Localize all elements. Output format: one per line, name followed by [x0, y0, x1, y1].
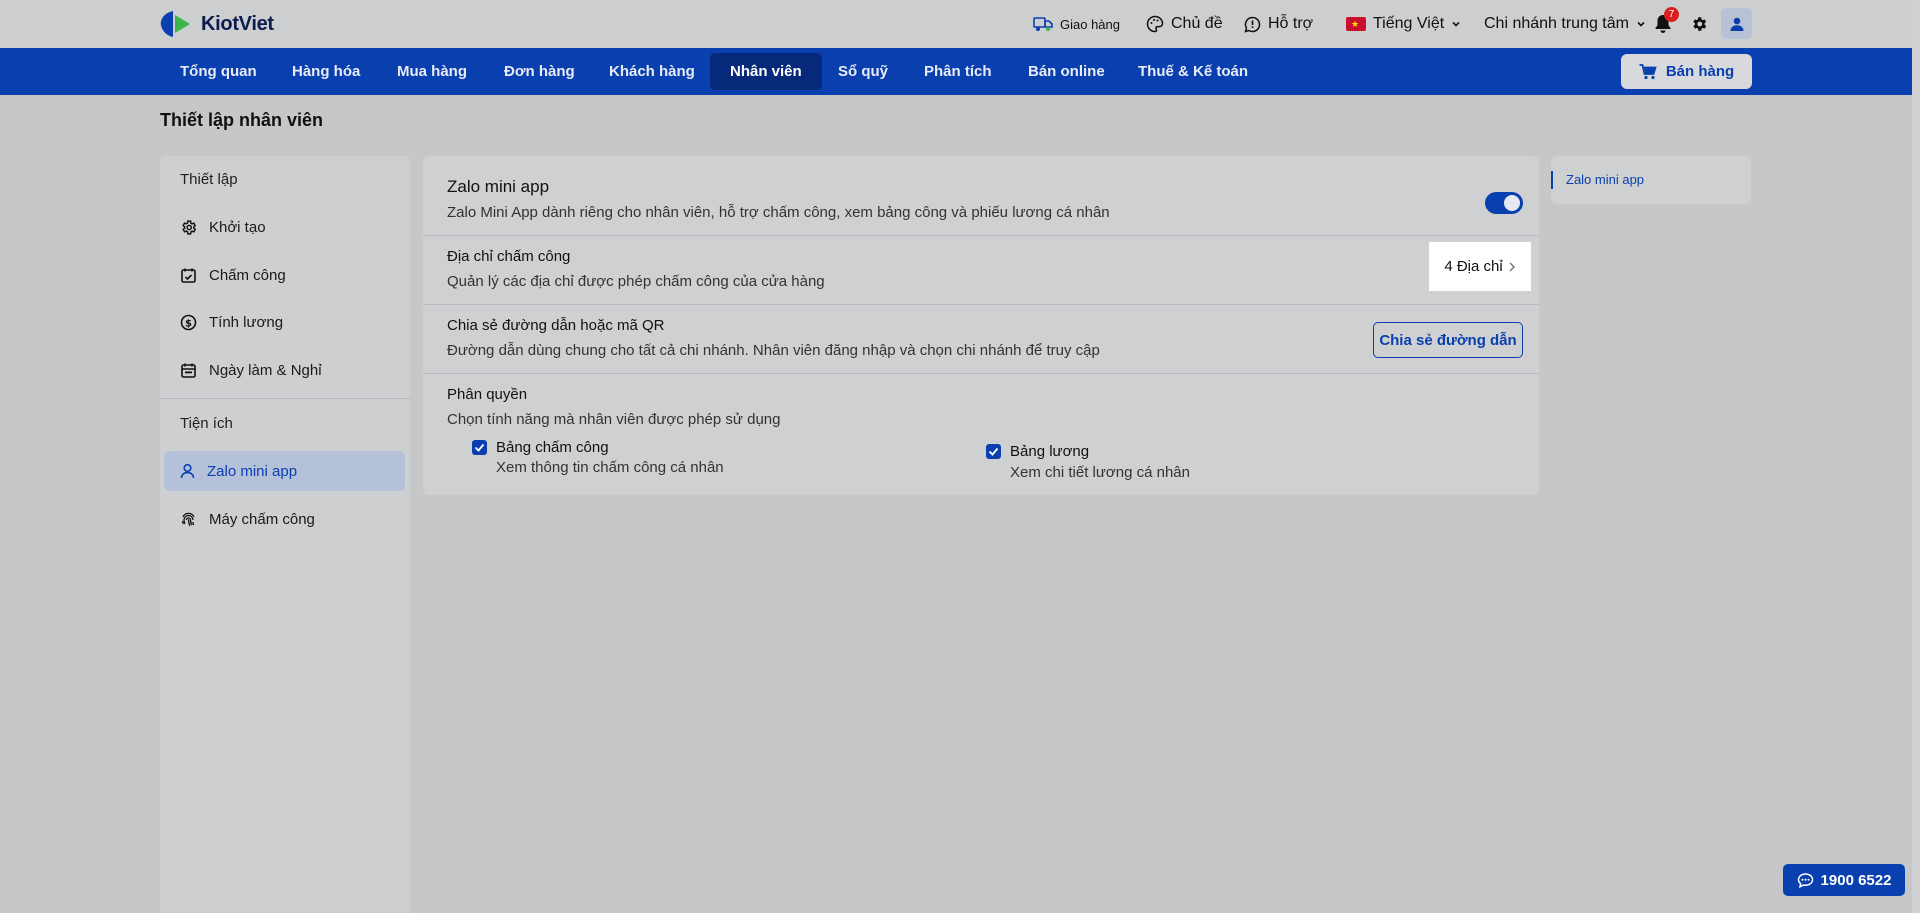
nav-nhan-vien[interactable]: Nhân viên	[710, 53, 822, 90]
sidebar-section-setup: Thiết lập	[180, 171, 238, 188]
sidebar-item-cham-cong[interactable]: Chấm công	[164, 255, 405, 295]
section-anchor-nav: Zalo mini app	[1551, 156, 1751, 204]
hotline-number: 1900 6522	[1820, 871, 1892, 889]
address-count-button[interactable]: 4 Địa chỉ	[1429, 242, 1531, 291]
address-desc: Quản lý các địa chỉ được phép chấm công …	[447, 273, 825, 290]
brand-name: KiotViet	[201, 12, 274, 35]
share-desc: Đường dẫn dùng chung cho tất cả chi nhán…	[447, 342, 1100, 359]
share-link-button[interactable]: Chia sẻ đường dẫn	[1373, 322, 1523, 358]
chevron-down-icon	[1452, 21, 1460, 27]
fingerprint-icon	[181, 512, 195, 526]
row-divider	[423, 373, 1539, 374]
settings-button[interactable]	[1690, 0, 1708, 48]
vietnam-flag-icon	[1346, 17, 1366, 31]
sidebar-item-label: Khởi tạo	[209, 218, 266, 236]
zalo-enable-toggle[interactable]	[1485, 192, 1523, 214]
permissions-title: Phân quyền	[447, 386, 528, 403]
sidebar-item-label: Tính lương	[209, 313, 284, 331]
row-divider	[423, 304, 1539, 305]
nav-phan-tich[interactable]: Phân tích	[904, 53, 1012, 90]
zalo-settings-panel: Zalo mini app Zalo Mini App dành riêng c…	[423, 156, 1539, 495]
support-link[interactable]: Hỗ trợ	[1244, 0, 1313, 48]
timesheet-label: Bảng chấm công	[496, 439, 609, 456]
branch-selector[interactable]: Chi nhánh trung tâm	[1484, 0, 1646, 48]
address-count-label: 4 Địa chỉ	[1444, 258, 1503, 275]
gear-icon	[182, 219, 197, 235]
sidebar-item-ngay-lam-nghi[interactable]: Ngày làm & Nghỉ	[164, 350, 405, 390]
sidebar-item-label: Zalo mini app	[207, 462, 298, 480]
svg-text:$: $	[185, 318, 192, 329]
nav-don-hang[interactable]: Đơn hàng	[484, 53, 595, 90]
dollar-icon: $	[180, 314, 197, 330]
sell-label: Bán hàng	[1665, 63, 1735, 80]
delivery-link[interactable]: Giao hàng	[1033, 0, 1120, 48]
sidebar-divider	[160, 398, 410, 399]
sidebar-section-utils: Tiện ích	[180, 415, 233, 432]
share-title: Chia sẻ đường dẫn hoặc mã QR	[447, 317, 665, 334]
delivery-label: Giao hàng	[1060, 16, 1120, 32]
palette-icon	[1146, 15, 1164, 33]
sidebar-item-label: Chấm công	[209, 266, 286, 284]
payroll-checkbox[interactable]	[986, 444, 1001, 459]
language-label: Tiếng Việt	[1373, 15, 1445, 32]
zalo-desc: Zalo Mini App dành riêng cho nhân viên, …	[447, 204, 1110, 221]
hotline-button[interactable]: 1900 6522	[1783, 864, 1905, 896]
truck-icon	[1033, 17, 1053, 31]
checkmark-icon	[988, 447, 999, 456]
nav-khach-hang[interactable]: Khách hàng	[589, 53, 715, 90]
sidebar-item-label: Máy chấm công	[209, 510, 315, 528]
theme-link[interactable]: Chủ đề	[1146, 0, 1223, 48]
user-icon	[1730, 17, 1743, 31]
payroll-label: Bảng lương	[1010, 443, 1090, 460]
payroll-desc: Xem chi tiết lương cá nhân	[1010, 464, 1190, 481]
sell-button[interactable]: Bán hàng	[1621, 54, 1752, 89]
notification-badge: 7	[1664, 7, 1679, 22]
chat-icon	[1797, 872, 1813, 888]
branch-label: Chi nhánh trung tâm	[1484, 15, 1629, 32]
calendar-icon	[181, 363, 196, 378]
user-icon	[180, 463, 195, 479]
nav-so-quy[interactable]: Sổ quỹ	[818, 53, 908, 90]
permissions-desc: Chọn tính năng mà nhân viên được phép sử…	[447, 411, 781, 428]
support-label: Hỗ trợ	[1268, 15, 1314, 32]
calendar-check-icon	[181, 268, 196, 283]
nav-thue-ke-toan[interactable]: Thuế & Kế toán	[1118, 53, 1268, 90]
zalo-title: Zalo mini app	[447, 177, 550, 196]
theme-label: Chủ đề	[1171, 15, 1223, 32]
timesheet-desc: Xem thông tin chấm công cá nhân	[496, 459, 724, 476]
sidebar-item-tinh-luong[interactable]: $ Tính lương	[164, 302, 405, 342]
nav-tong-quan[interactable]: Tổng quan	[160, 53, 277, 90]
nav-hang-hoa[interactable]: Hàng hóa	[272, 53, 380, 90]
chat-help-icon	[1244, 16, 1261, 33]
sidebar-item-khoi-tao[interactable]: Khởi tạo	[164, 207, 405, 247]
page-title: Thiết lập nhân viên	[160, 110, 324, 130]
language-selector[interactable]: Tiếng Việt	[1346, 0, 1461, 48]
cart-icon	[1639, 63, 1657, 79]
kiotviet-logo-icon	[159, 9, 193, 39]
notification-button[interactable]: 7	[1654, 0, 1679, 48]
settings-sidebar: Thiết lập Khởi tạo Chấm công $ Tính lươn…	[160, 156, 410, 913]
address-title: Địa chỉ chấm công	[447, 248, 571, 265]
row-divider	[423, 235, 1539, 236]
chevron-right-icon	[1509, 261, 1515, 272]
kiotviet-logo[interactable]: KiotViet	[159, 9, 274, 39]
nav-mua-hang[interactable]: Mua hàng	[377, 53, 487, 90]
sidebar-item-label: Ngày làm & Nghỉ	[209, 361, 322, 379]
page-scrollbar[interactable]	[1912, 0, 1920, 913]
top-header: KiotViet Giao hàng Chủ đề Hỗ trợ Tiếng V…	[0, 0, 1912, 48]
checkmark-icon	[474, 443, 485, 452]
chevron-down-icon	[1637, 21, 1645, 27]
timesheet-checkbox[interactable]	[472, 440, 487, 455]
sidebar-item-zalo-mini-app[interactable]: Zalo mini app	[164, 451, 405, 491]
main-nav: Tổng quan Hàng hóa Mua hàng Đơn hàng Khá…	[0, 48, 1912, 95]
nav-ban-online[interactable]: Bán online	[1008, 53, 1125, 90]
user-avatar-button[interactable]	[1721, 8, 1752, 39]
gear-icon	[1693, 17, 1707, 31]
sidebar-item-may-cham-cong[interactable]: Máy chấm công	[164, 499, 405, 539]
anchor-zalo-mini-app[interactable]: Zalo mini app	[1551, 171, 1644, 189]
